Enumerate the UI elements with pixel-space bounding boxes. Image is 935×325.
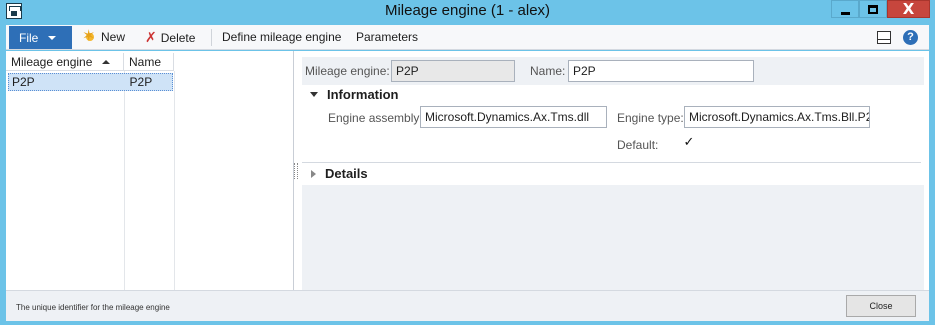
grid-header: Mileage engine Name [6, 53, 174, 71]
action-pane: File New ✗ Delete Define mileage engine … [6, 25, 929, 50]
checkmark-icon: ✓ [683, 135, 695, 150]
define-mileage-engine-button[interactable]: Define mileage engine [222, 30, 341, 44]
column-divider [174, 71, 175, 290]
name-field[interactable]: P2P [568, 60, 754, 82]
close-icon: X [902, 0, 915, 18]
application-window: Mileage engine (1 - alex) X File New ✗ D… [0, 0, 935, 325]
sun-new-icon [82, 26, 97, 46]
window-title: Mileage engine (1 - alex) [384, 2, 551, 19]
chevron-down-icon [48, 35, 57, 40]
minimize-button[interactable] [831, 0, 859, 18]
delete-button[interactable]: ✗ Delete [145, 30, 195, 46]
status-bar: The unique identifier for the mileage en… [6, 290, 929, 321]
parameters-button[interactable]: Parameters [356, 30, 418, 44]
engine-assembly-field[interactable]: Microsoft.Dynamics.Ax.Tms.dll [420, 106, 607, 128]
section-divider [302, 162, 921, 163]
name-label: Name: [530, 64, 566, 78]
cell-name: P2P [129, 75, 153, 89]
mileage-engine-field[interactable]: P2P [391, 60, 515, 82]
field-help-text: The unique identifier for the mileage en… [16, 303, 170, 312]
column-header-label: Name [129, 55, 162, 69]
minimize-icon [840, 11, 850, 15]
engine-assembly-label: Engine assembly: [328, 111, 423, 125]
delete-x-icon: ✗ [145, 30, 157, 46]
file-label: File [19, 30, 39, 45]
sort-ascending-icon [102, 60, 111, 64]
new-button[interactable]: New [82, 26, 126, 46]
column-header-label: Mileage engine [11, 55, 93, 69]
mileage-engine-label: Mileage engine: [305, 64, 390, 78]
column-header-mileage-engine[interactable]: Mileage engine [6, 53, 124, 71]
help-icon[interactable]: ? [903, 30, 918, 45]
title-bar: Mileage engine (1 - alex) X [0, 0, 935, 24]
column-divider [124, 71, 125, 290]
detail-header: Mileage engine: P2P Name: P2P [302, 57, 924, 85]
file-menu-button[interactable]: File [9, 26, 72, 49]
default-label: Default: [617, 138, 659, 152]
detail-pane: Mileage engine: P2P Name: P2P Informatio… [298, 51, 929, 290]
information-section-header[interactable]: Information [302, 87, 399, 102]
engine-type-label: Engine type: [617, 111, 684, 125]
maximize-button[interactable] [859, 0, 887, 18]
column-header-name[interactable]: Name [124, 53, 174, 71]
layout-icon[interactable] [877, 31, 891, 44]
form-content: Mileage engine Name P2P P2P Mileage engi… [6, 51, 929, 290]
details-section-header[interactable]: Details [302, 166, 368, 181]
detail-empty-area [302, 185, 924, 290]
cell-mileage-engine: P2P [12, 75, 35, 89]
default-checkbox[interactable]: ✓ [682, 136, 696, 150]
engine-type-field[interactable]: Microsoft.Dynamics.Ax.Tms.Bll.P2I [684, 106, 870, 128]
close-window-button[interactable]: X [887, 0, 930, 18]
delete-label: Delete [160, 31, 196, 45]
define-label: Define mileage engine [222, 30, 342, 44]
maximize-icon [868, 4, 878, 14]
expand-icon [311, 169, 316, 178]
details-title: Details [325, 166, 368, 181]
close-button[interactable]: Close [846, 295, 916, 317]
parameters-label: Parameters [356, 30, 419, 44]
new-label: New [101, 30, 126, 44]
toolbar-divider [211, 29, 212, 46]
collapse-icon [310, 92, 318, 97]
grid-pane: Mileage engine Name P2P P2P [6, 51, 294, 290]
table-row[interactable]: P2P P2P [8, 73, 173, 91]
information-title: Information [327, 87, 399, 102]
